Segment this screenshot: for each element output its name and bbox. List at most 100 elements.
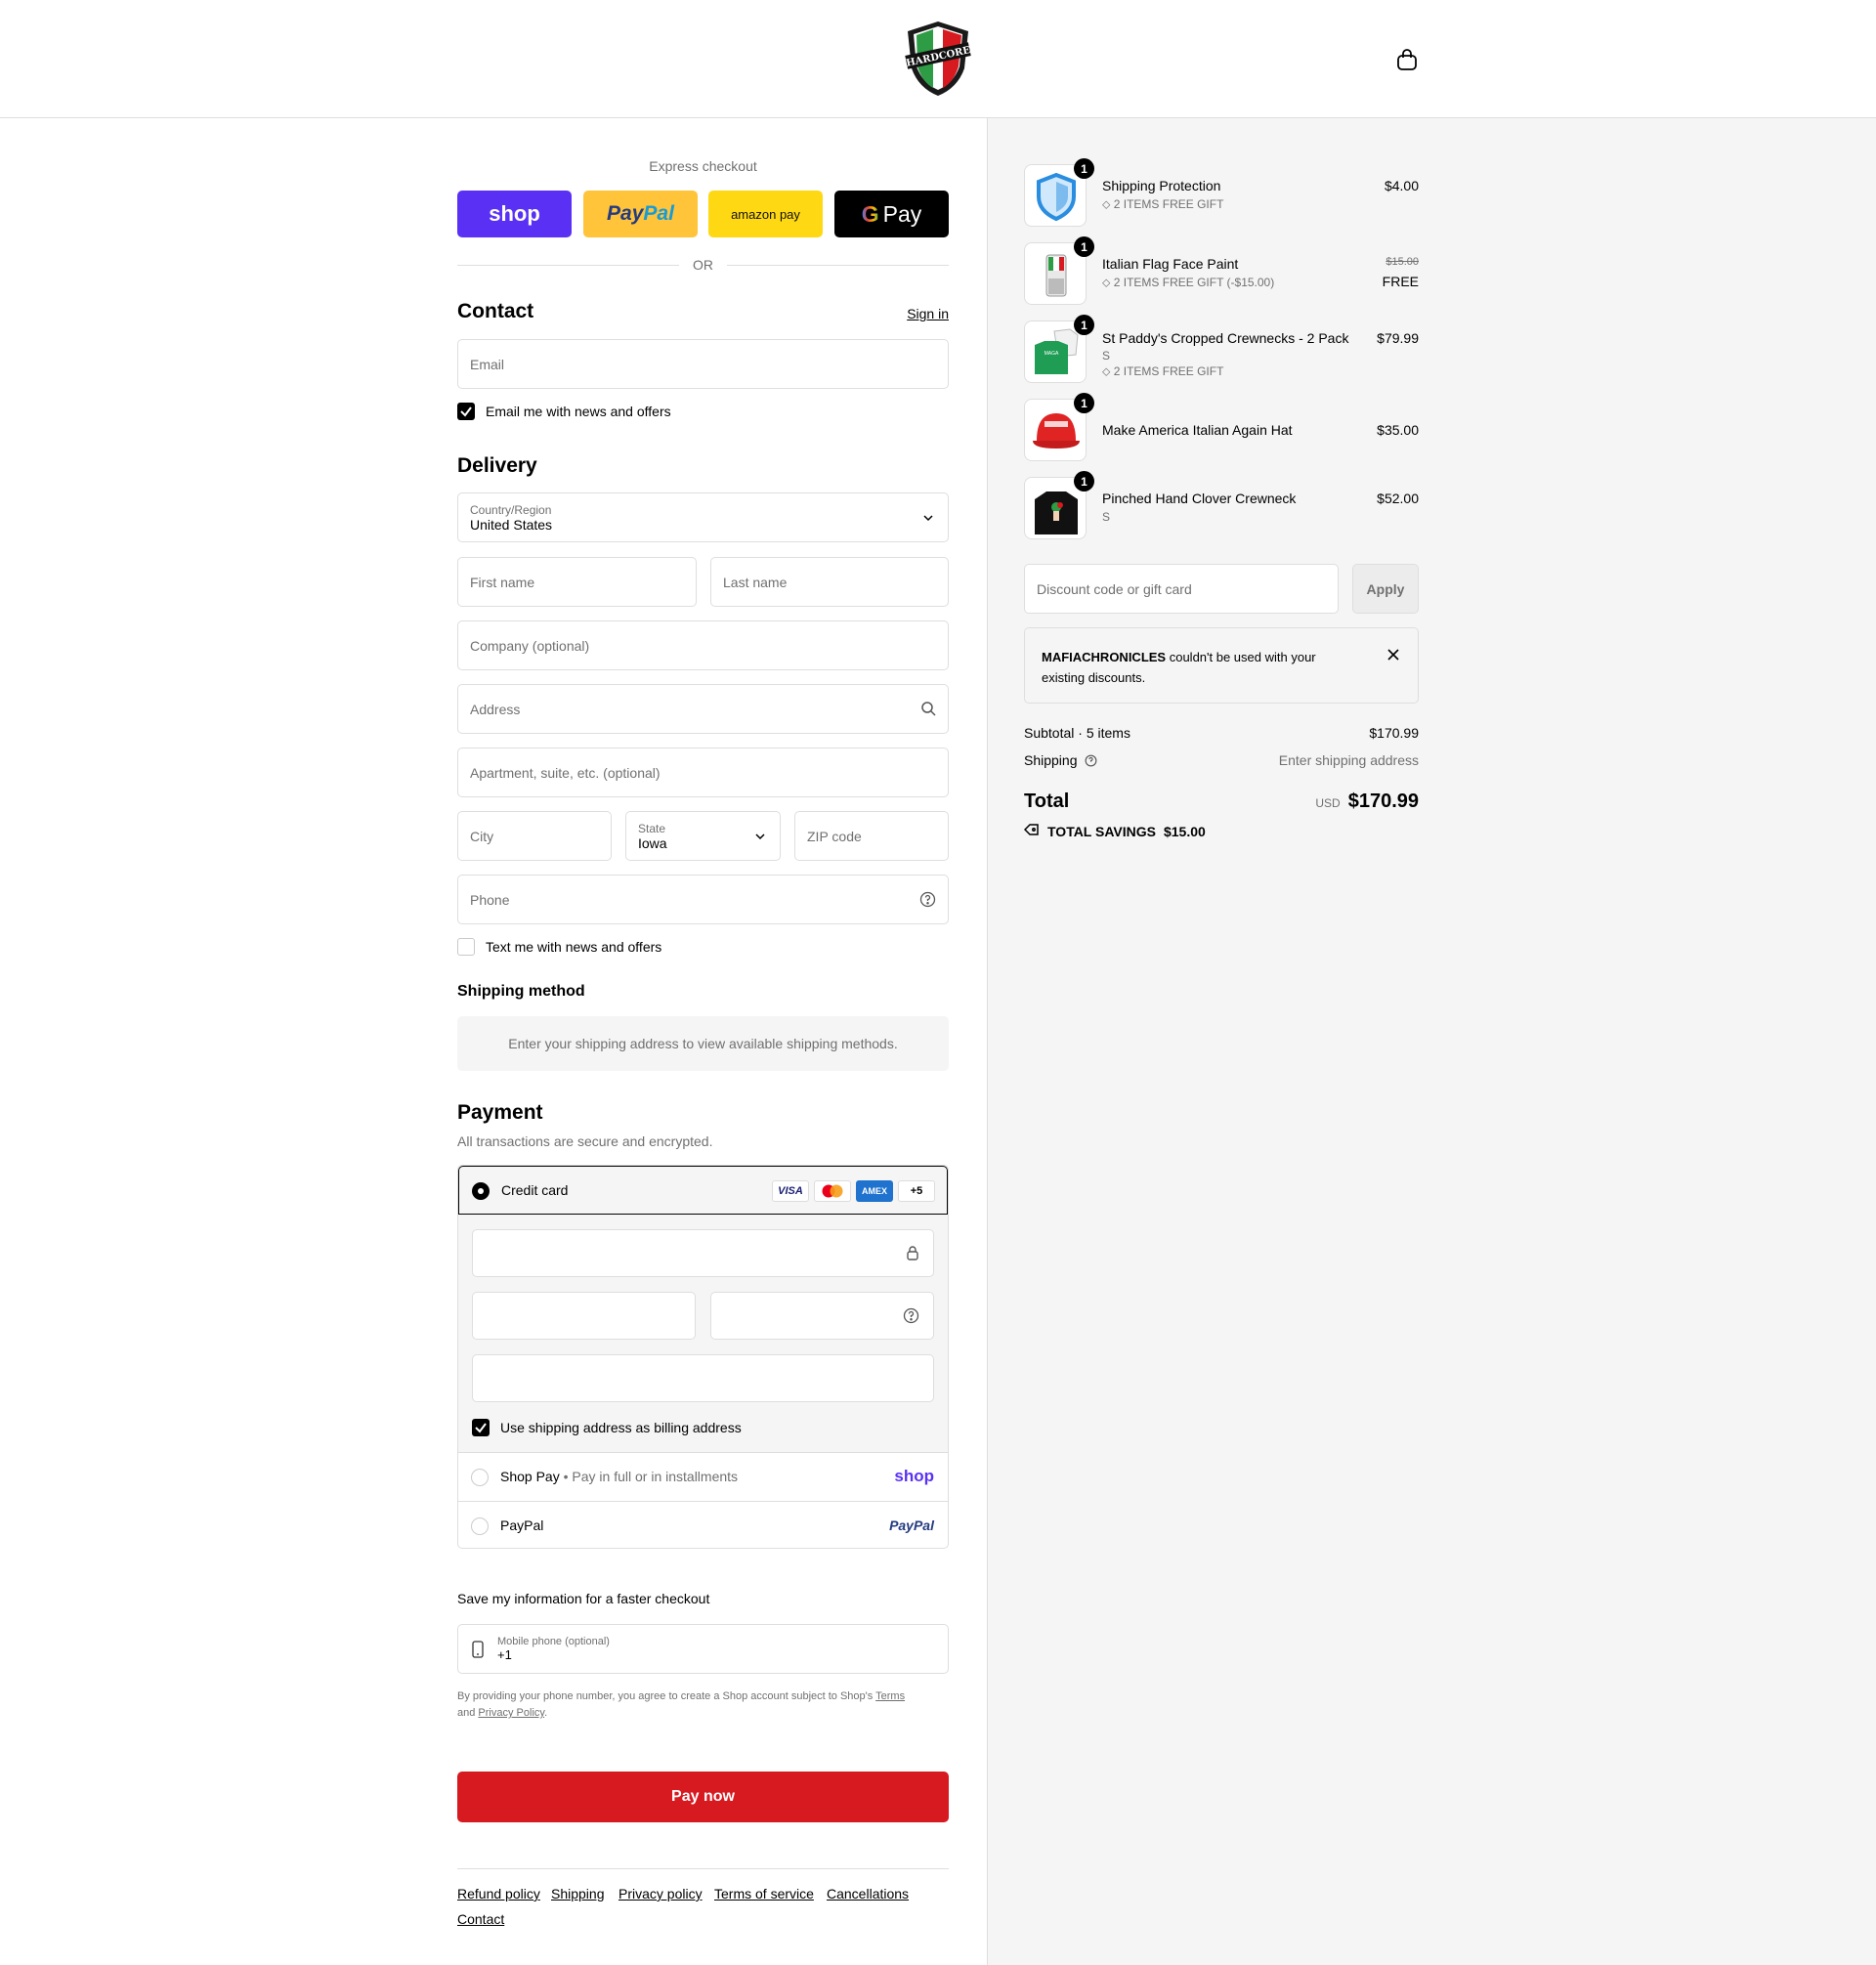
delivery-heading: Delivery [457,454,537,477]
apartment-field[interactable]: Apartment, suite, etc. (optional) [457,748,949,797]
company-field[interactable]: Company (optional) [457,620,949,670]
payment-subtitle: All transactions are secure and encrypte… [457,1133,713,1149]
tag-icon: ⬦ [1102,197,1114,211]
sms-checkbox[interactable] [457,938,475,956]
zip-field[interactable]: ZIP code [794,811,949,861]
shop-pay-radio[interactable] [471,1469,489,1486]
contact-heading: Contact [457,300,534,322]
country-select[interactable]: Country/Region United States [457,492,949,542]
item-price: FREE [1382,274,1419,289]
visa-icon: VISA [772,1180,809,1202]
search-icon [920,701,936,719]
terms-of-service-link[interactable]: Terms of service [714,1886,814,1901]
discount-code-field[interactable]: Discount code or gift card [1024,564,1339,614]
subtotal-label: Subtotal · 5 items [1024,725,1130,741]
mastercard-icon [814,1180,851,1202]
quantity-badge: 1 [1074,315,1094,335]
billing-same-label: Use shipping address as billing address [500,1420,742,1435]
store-logo[interactable]: HARDCORE [904,20,972,98]
shop-pay-express-button[interactable]: shop [457,191,572,237]
state-select[interactable]: State Iowa [625,811,781,861]
quantity-badge: 1 [1074,158,1094,179]
credit-card-option[interactable]: Credit card VISA AMEX +5 [458,1166,948,1215]
first-name-field[interactable]: First name [457,557,697,607]
paypal-express-button[interactable]: Pay Pal [583,191,698,237]
billing-same-checkbox[interactable] [472,1419,490,1436]
cart-item: MAGA 1 St Paddy's Cropped Crewnecks - 2 … [1024,315,1419,389]
item-price: $35.00 [1377,422,1419,438]
help-icon[interactable] [903,1307,919,1327]
sms-label: Text me with news and offers [486,939,662,955]
newsletter-checkbox[interactable] [457,403,475,420]
refund-policy-link[interactable]: Refund policy [457,1886,540,1901]
item-price: $52.00 [1377,491,1419,506]
item-name: Italian Flag Face Paint [1102,256,1239,272]
tag-icon: ⬦ [1102,364,1114,378]
item-price: $79.99 [1377,330,1419,346]
discount-code: MAFIACHRONICLES [1042,650,1167,664]
help-icon[interactable] [1085,754,1097,770]
contact-link[interactable]: Contact [457,1911,504,1927]
cancellations-link[interactable]: Cancellations [827,1886,909,1901]
svg-text:MAGA: MAGA [1045,351,1059,357]
card-expiry-field[interactable] [472,1292,696,1340]
privacy-policy-footer-link[interactable]: Privacy policy [618,1886,703,1901]
shipping-link[interactable]: Shipping [551,1886,605,1901]
cart-item: 1 Italian Flag Face Paint ⬦ 2 ITEMS FREE… [1024,236,1419,311]
tag-icon [1023,823,1040,839]
card-details-panel: Use shipping address as billing address [458,1215,948,1452]
item-variant: S [1102,349,1111,363]
item-discount: ⬦ 2 ITEMS FREE GIFT [1102,364,1224,378]
total-savings: TOTAL SAVINGS $15.00 [1023,823,1206,839]
city-field[interactable]: City [457,811,612,861]
paypal-logo: PayPal [889,1517,934,1533]
mobile-phone-field[interactable]: Mobile phone (optional) +1 [457,1624,949,1674]
save-info-heading: Save my information for a faster checkou… [457,1591,710,1606]
paypal-radio[interactable] [471,1517,489,1535]
cart-item: 1 Pinched Hand Clover Crewneck S $52.00 [1024,471,1419,545]
apply-button[interactable]: Apply [1352,564,1419,614]
paypal-option[interactable]: PayPal PayPal [458,1501,948,1548]
sign-in-link[interactable]: Sign in [907,306,949,321]
privacy-policy-link[interactable]: Privacy Policy [478,1707,544,1719]
item-original-price: $15.00 [1386,256,1419,268]
email-field[interactable]: Email [457,339,949,389]
last-name-field[interactable]: Last name [710,557,949,607]
google-pay-express-button[interactable]: G Pay [834,191,949,237]
card-name-field[interactable] [472,1354,934,1402]
card-number-field[interactable] [472,1229,934,1277]
address-field[interactable]: Address [457,684,949,734]
quantity-badge: 1 [1074,393,1094,413]
item-name: Pinched Hand Clover Crewneck [1102,491,1297,506]
tag-icon: ⬦ [1102,276,1114,289]
pay-now-button[interactable]: Pay now [457,1772,949,1822]
quantity-badge: 1 [1074,236,1094,257]
shop-legal-text: By providing your phone number, you agre… [457,1690,906,1719]
help-icon[interactable] [919,891,936,911]
shipping-label: Shipping [1024,752,1097,770]
total-label: Total [1024,790,1070,812]
payment-methods: Credit card VISA AMEX +5 Use shipping ad… [457,1165,949,1549]
cart-item: 1 Shipping Protection ⬦ 2 ITEMS FREE GIF… [1024,158,1419,233]
total-value: $170.99 [1347,790,1419,812]
shipping-method-heading: Shipping method [457,983,585,1000]
shipping-value: Enter shipping address [1278,752,1419,768]
chevron-down-icon [922,511,934,527]
discount-error-banner: MAFIACHRONICLES couldn't be used with yo… [1024,627,1419,704]
lock-icon [906,1245,919,1263]
item-name: St Paddy's Cropped Crewnecks - 2 Pack [1102,330,1349,346]
payment-heading: Payment [457,1101,543,1124]
cart-item: 1 Make America Italian Again Hat $35.00 [1024,393,1419,467]
cart-icon[interactable] [1396,48,1418,71]
express-checkout-title: Express checkout [649,158,757,174]
amazon-pay-express-button[interactable]: amazon pay [708,191,823,237]
card-cvv-field[interactable] [710,1292,934,1340]
phone-field[interactable]: Phone [457,875,949,924]
shop-pay-option[interactable]: Shop Pay • Pay in full or in installment… [458,1452,948,1501]
close-icon[interactable] [1386,648,1400,666]
order-summary-panel [987,118,1876,1965]
terms-link[interactable]: Terms [875,1690,905,1702]
mobile-phone-icon [472,1641,484,1661]
credit-card-radio[interactable] [472,1182,490,1200]
footer-divider [457,1868,949,1869]
